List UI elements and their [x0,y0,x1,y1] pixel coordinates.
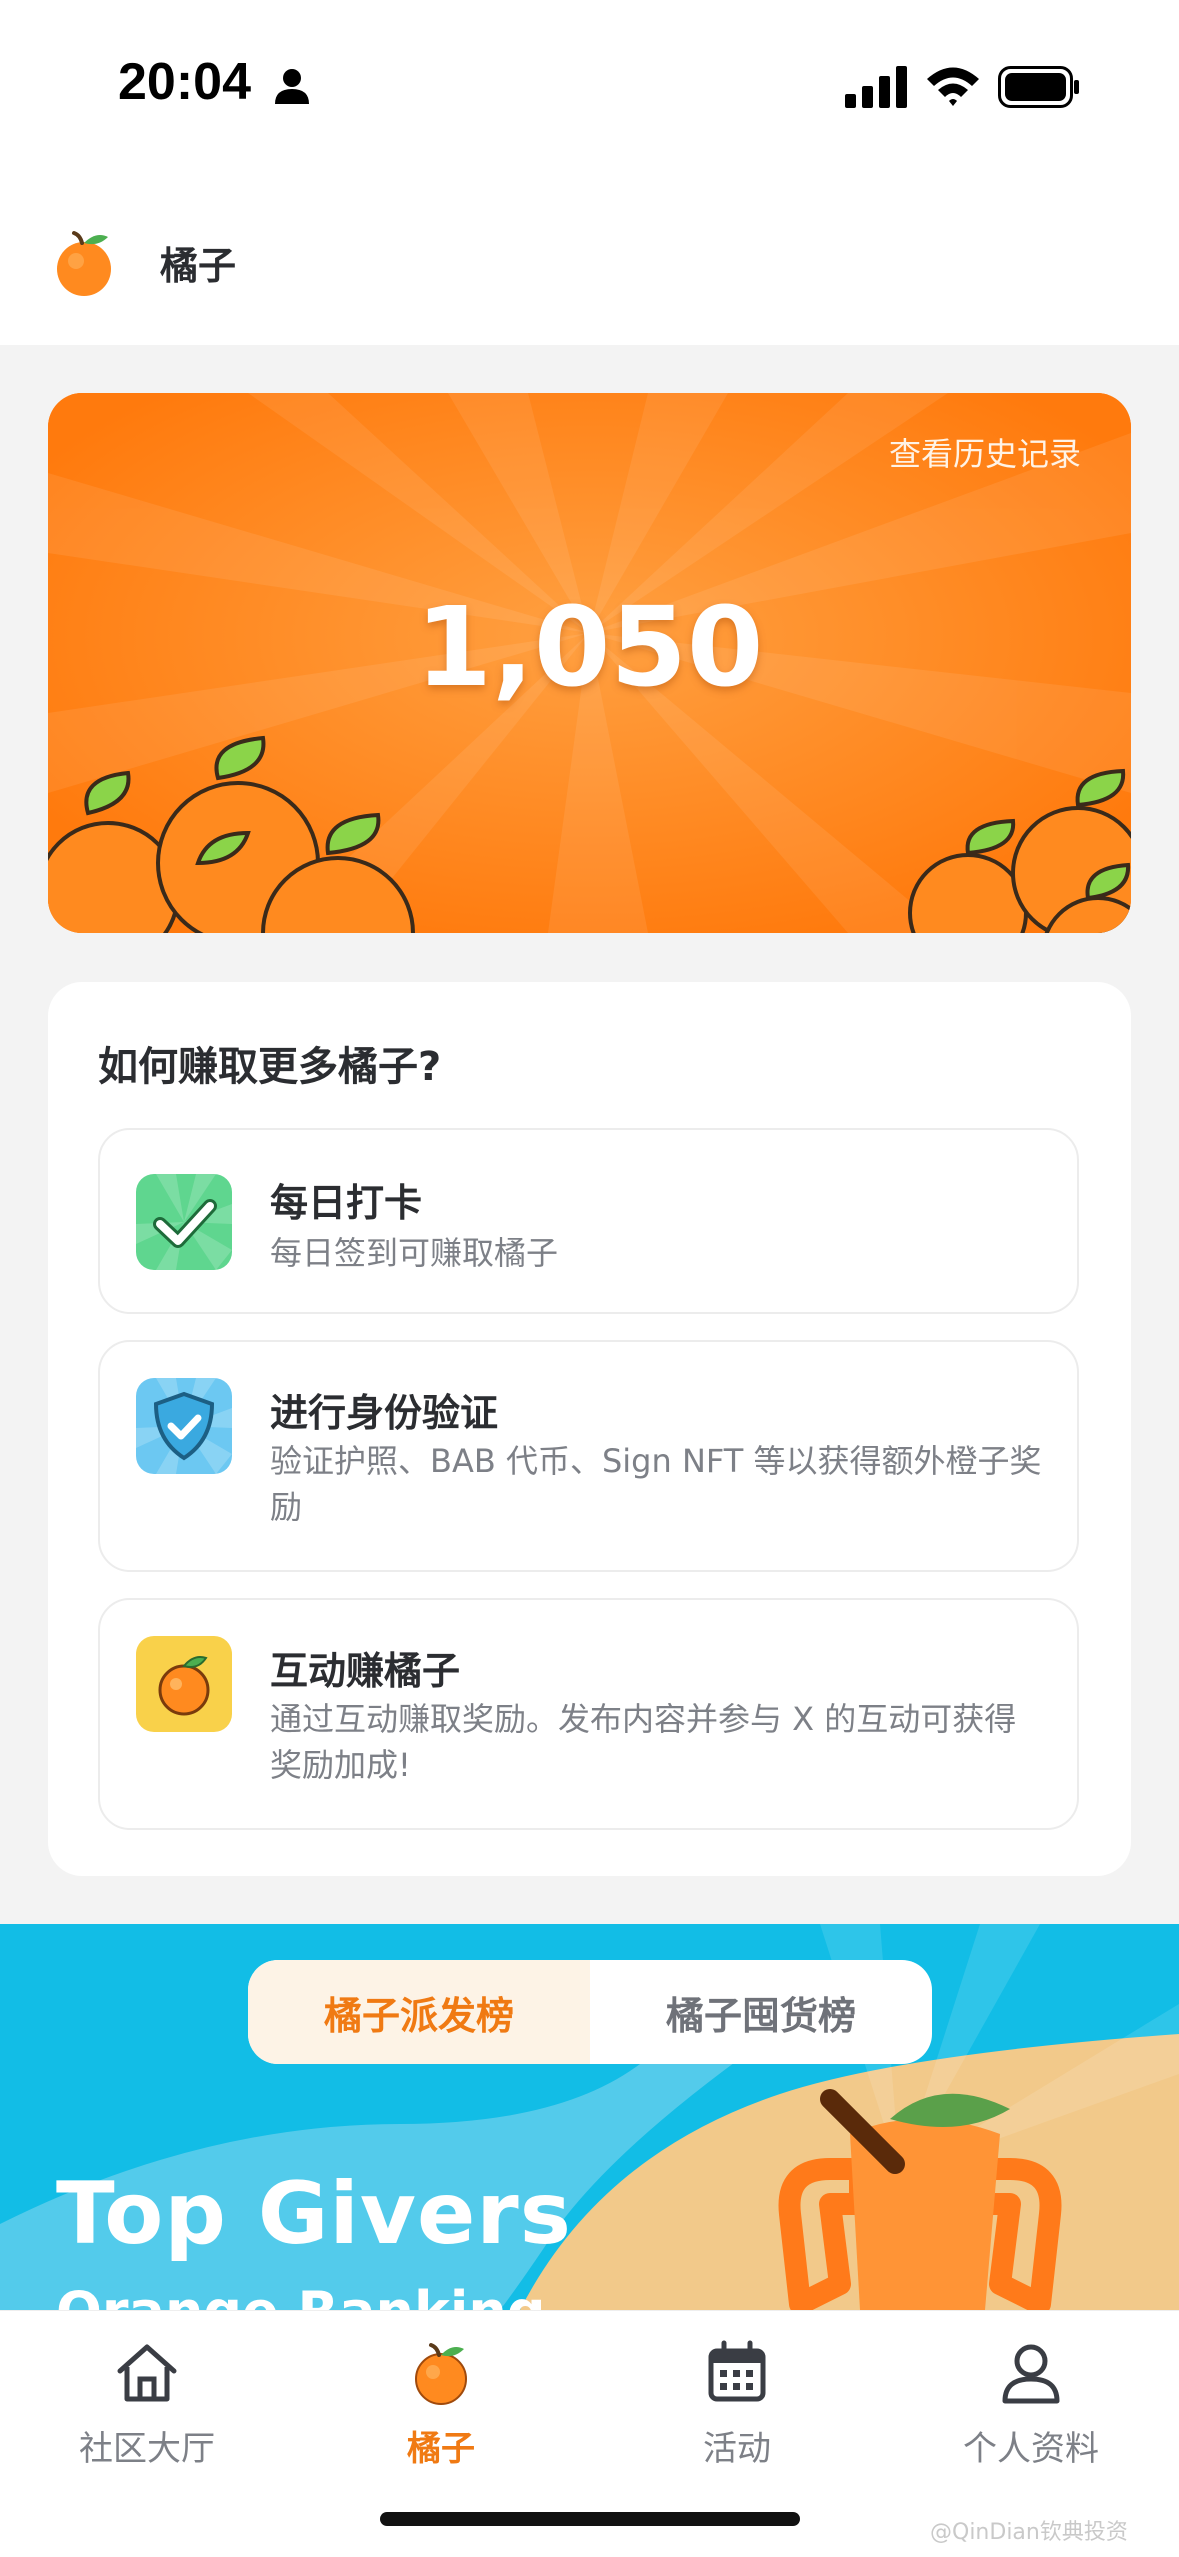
tab-hoarders[interactable]: 橘子囤货榜 [590,1960,932,2064]
task-identity-verification[interactable]: 进行身份验证 验证护照、BAB 代币、Sign NFT 等以获得额外橙子奖励 [98,1340,1079,1572]
task-daily-checkin[interactable]: 每日打卡 每日签到可赚取橘子 [98,1128,1079,1314]
nav-item-events[interactable]: 活动 [627,2337,847,2470]
nav-item-profile[interactable]: 个人资料 [921,2337,1141,2470]
orange-icon [136,1636,232,1732]
task-description: 验证护照、BAB 代币、Sign NFT 等以获得额外橙子奖励 [270,1442,1042,1526]
ranking-banner: 橘子派发榜 橘子囤货榜 Top Givers Orange Ranking [0,1924,1179,2310]
earn-section-title: 如何赚取更多橘子? [98,1044,442,1090]
task-title: 进行身份验证 [270,1391,499,1435]
profile-icon [1002,2344,1060,2404]
checkmark-icon [136,1174,232,1270]
nav-item-oranges[interactable]: 橘子 [331,2337,551,2470]
task-interact-earn[interactable]: 互动赚橘子 通过互动赚取奖励。发布内容并参与 X 的互动可获得奖励加成! [98,1598,1079,1830]
task-description: 通过互动赚取奖励。发布内容并参与 X 的互动可获得奖励加成! [270,1700,1017,1784]
nav-label: 社区大厅 [79,2429,215,2469]
earn-more-card: 如何赚取更多橘子? 每日打卡 每日签到可赚取橘子 进行身份验证 验证护照、BAB… [48,982,1131,1876]
person-icon [275,69,309,104]
app-header: 橘子 [0,175,1179,345]
nav-label: 橘子 [407,2429,475,2469]
task-title: 互动赚橘子 [270,1649,461,1693]
home-indicator[interactable] [380,2512,800,2526]
task-description: 每日签到可赚取橘子 [270,1234,559,1272]
balance-card: 查看历史记录 1,050 [48,393,1131,933]
banner-subtitle: Orange Ranking [56,2280,545,2310]
task-title: 每日打卡 [270,1181,423,1225]
status-bar: 20:04 [0,0,1179,175]
banner-title: Top Givers [56,2164,572,2264]
shield-check-icon [136,1378,232,1474]
battery-icon [998,66,1079,108]
tab-givers[interactable]: 橘子派发榜 [248,1960,590,2064]
home-icon [117,2344,177,2402]
watermark-text: @QinDian钦典投资 [930,2520,1128,2545]
nav-item-community[interactable]: 社区大厅 [37,2337,257,2470]
view-history-link[interactable]: 查看历史记录 [889,429,1081,475]
ranking-tab-switcher: 橘子派发榜 橘子囤货榜 [248,1960,932,2064]
orange-icon [415,2343,467,2405]
wifi-icon [927,67,979,106]
calendar-icon [708,2340,766,2402]
nav-label: 个人资料 [963,2429,1099,2469]
cellular-signal-icon [845,66,907,108]
status-time: 20:04 [118,53,251,111]
orange-logo-icon [57,231,111,296]
orange-balance-value: 1,050 [415,583,764,711]
page-title: 橘子 [160,244,237,288]
nav-label: 活动 [703,2429,771,2469]
